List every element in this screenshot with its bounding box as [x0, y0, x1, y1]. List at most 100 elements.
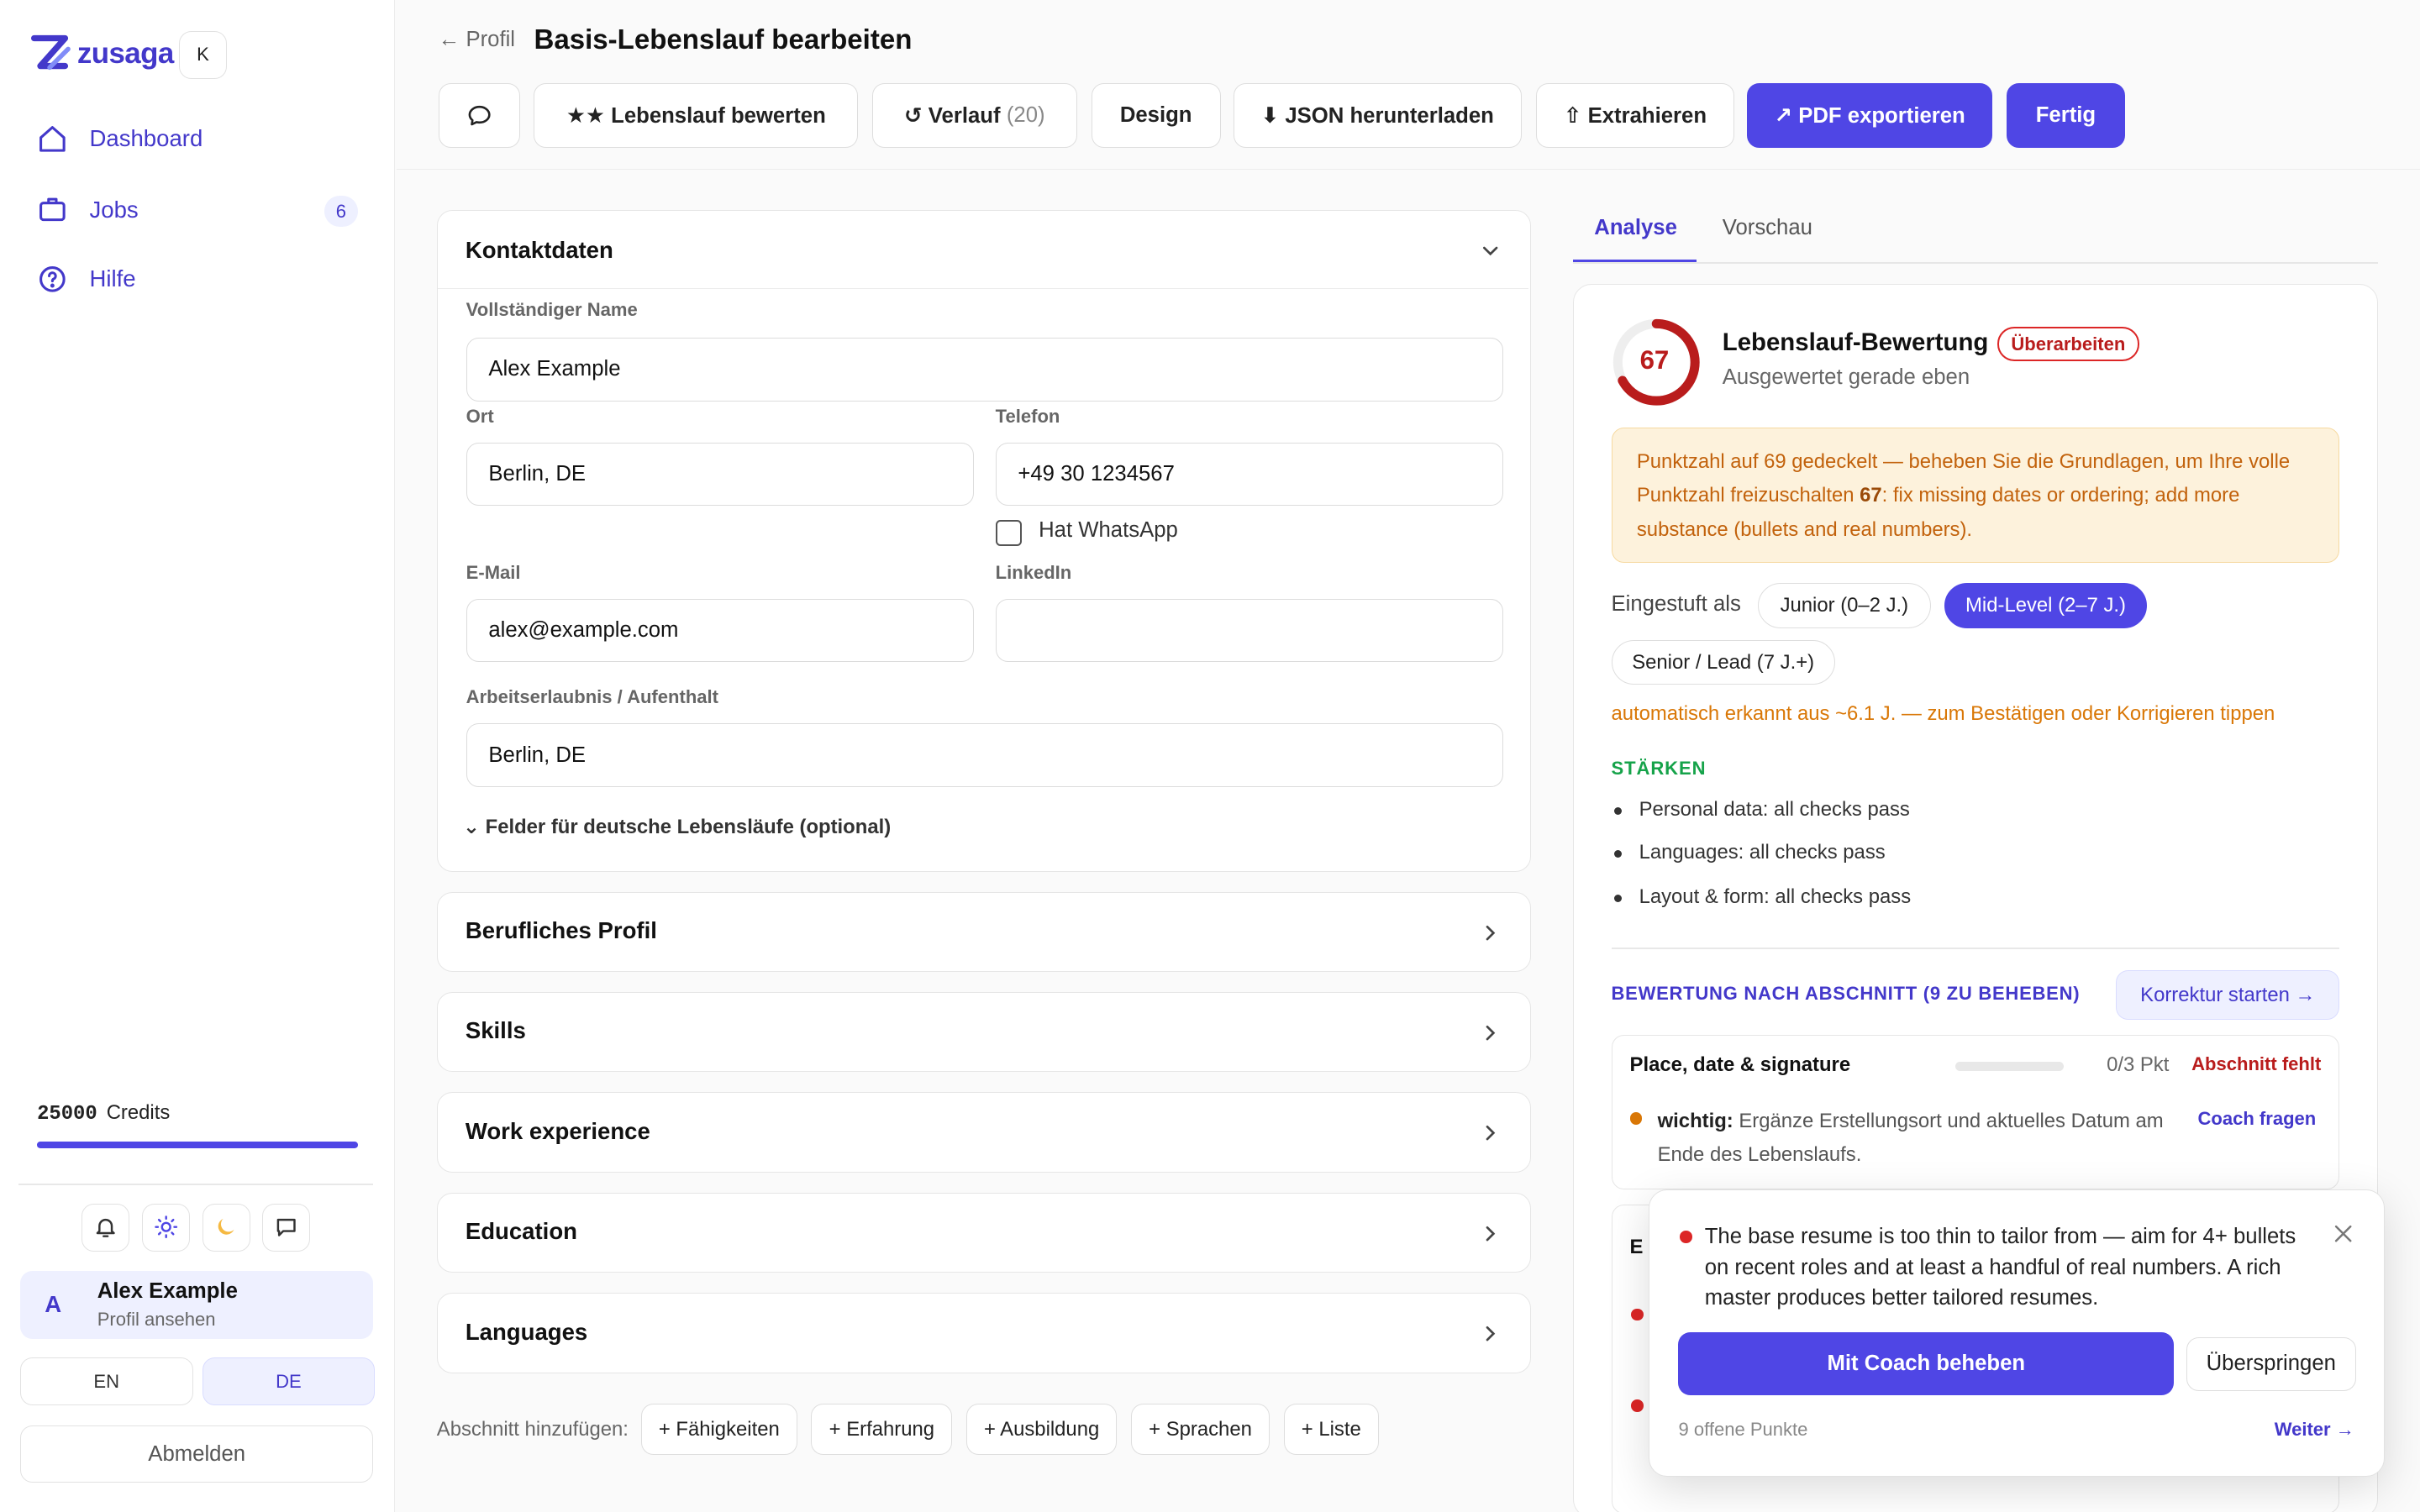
- strength-item: Languages: all checks pass: [1614, 841, 1886, 864]
- sidebar-item-dashboard[interactable]: Dashboard: [37, 123, 361, 155]
- light-theme-button[interactable]: [141, 1203, 190, 1252]
- german-fields-toggle[interactable]: ⌄ Felder für deutsche Lebensläufe (optio…: [463, 815, 891, 839]
- contact-section-title[interactable]: Kontaktdaten: [466, 237, 613, 264]
- fix-with-coach-button[interactable]: Mit Coach beheben: [1678, 1332, 2175, 1396]
- section-card-professional-profile[interactable]: Berufliches Profil: [436, 891, 1531, 973]
- sidebar-item-jobs[interactable]: Jobs: [37, 194, 361, 225]
- add-experience-chip[interactable]: + Erfahrung: [811, 1404, 953, 1455]
- sidebar-item-label: Jobs: [89, 196, 139, 223]
- download-json-button[interactable]: ⬇ JSON herunterladen: [1233, 83, 1522, 149]
- linkedin-label: LinkedIn: [995, 561, 1072, 583]
- section-card-work-experience[interactable]: Work experience: [436, 1092, 1531, 1173]
- logo[interactable]: zusaga: [30, 34, 174, 74]
- chevron-right-icon: [1486, 1226, 1495, 1242]
- section-progress-bar: [1955, 1061, 2064, 1071]
- sidebar-item-label: Hilfe: [89, 265, 136, 292]
- sidebar-collapse-button[interactable]: K: [179, 30, 227, 79]
- level-auto-note[interactable]: automatisch erkannt aus ~6.1 J. — zum Be…: [1612, 702, 2275, 726]
- rate-resume-button[interactable]: ★★ Lebenslauf bewerten: [534, 83, 859, 149]
- done-button[interactable]: Fertig: [2006, 83, 2126, 149]
- card-divider: [437, 287, 1529, 290]
- home-icon: [39, 125, 66, 152]
- comments-button[interactable]: [438, 83, 520, 149]
- level-senior-chip[interactable]: Senior / Lead (7 J.+): [1611, 640, 1835, 685]
- design-label: Design: [1119, 103, 1192, 128]
- section-card-skills[interactable]: Skills: [436, 991, 1531, 1073]
- level-label: Eingestuft als: [1611, 592, 1741, 617]
- notifications-button[interactable]: [82, 1203, 130, 1252]
- moon-icon: [218, 1219, 234, 1236]
- linkedin-field[interactable]: [995, 598, 1503, 662]
- sun-icon: [154, 1215, 177, 1239]
- bell-icon: [96, 1219, 115, 1238]
- extract-button[interactable]: ⇧ Extrahieren: [1535, 83, 1735, 149]
- section-card-languages[interactable]: Languages: [436, 1293, 1531, 1373]
- email-label: E-Mail: [466, 561, 521, 583]
- strength-item: Personal data: all checks pass: [1614, 797, 1910, 821]
- sidebar-item-label: Dashboard: [89, 125, 203, 152]
- level-junior-chip[interactable]: Junior (0–2 J.): [1758, 583, 1931, 628]
- app-root: zusaga K Dashboard Jobs 6 Hilfe 25000 Cre…: [0, 0, 2420, 1512]
- user-name: Alex Example: [97, 1278, 238, 1303]
- email-field[interactable]: alex@example.com: [466, 598, 974, 662]
- full-name-label: Vollständiger Name: [466, 299, 638, 321]
- add-skills-chip[interactable]: + Fähigkeiten: [640, 1404, 797, 1455]
- design-button[interactable]: Design: [1091, 83, 1221, 149]
- phone-field[interactable]: +49 30 1234567: [995, 443, 1503, 507]
- tab-preview[interactable]: Vorschau: [1723, 216, 1812, 240]
- feedback-button[interactable]: [262, 1203, 311, 1252]
- language-de-button[interactable]: DE: [202, 1357, 376, 1406]
- section-tip: wichtig: Ergänze Erstellungsort und aktu…: [1658, 1105, 2182, 1173]
- download-json-label: ⬇ JSON herunterladen: [1260, 103, 1494, 128]
- chevron-down-icon[interactable]: [1478, 239, 1502, 263]
- rate-resume-label: ★★ Lebenslauf bewerten: [566, 103, 826, 128]
- close-icon[interactable]: [2331, 1221, 2355, 1246]
- warning-score: 67: [1860, 484, 1882, 507]
- section-status: Abschnitt fehlt: [2191, 1053, 2322, 1075]
- brand-name: zusaga: [76, 37, 174, 71]
- credits-bar-fill: [37, 1142, 359, 1148]
- done-label: Fertig: [2035, 103, 2096, 128]
- credits-value: 25000: [37, 1103, 97, 1126]
- coach-popup: The base resume is too thin to tailor fr…: [1648, 1189, 2385, 1477]
- score-cap-warning: Punktzahl auf 69 gedeckelt — beheben Sie…: [1611, 427, 2340, 564]
- city-field[interactable]: Berlin, DE: [466, 443, 974, 507]
- work-permit-field[interactable]: Berlin, DE: [466, 723, 1503, 787]
- dark-theme-button[interactable]: [202, 1203, 250, 1252]
- section-title: Work experience: [465, 1117, 650, 1144]
- ask-coach-link[interactable]: Coach fragen: [2197, 1108, 2316, 1130]
- section-card-education[interactable]: Education: [436, 1192, 1531, 1273]
- skip-button[interactable]: Überspringen: [2186, 1336, 2356, 1391]
- page-title: Basis-Lebenslauf bearbeiten: [534, 24, 913, 56]
- whatsapp-checkbox[interactable]: [995, 519, 1022, 547]
- history-button[interactable]: ↺ Verlauf (20): [871, 83, 1077, 149]
- help-circle-icon: [39, 266, 66, 292]
- user-profile-card[interactable]: A Alex Example Profil ansehen: [19, 1271, 374, 1340]
- review-timestamp: Ausgewertet gerade eben: [1722, 365, 1970, 390]
- priority-dot: [1631, 1308, 1644, 1321]
- priority-dot: [1631, 1399, 1644, 1412]
- level-mid-chip[interactable]: Mid-Level (2–7 J.): [1944, 583, 2147, 628]
- tip-priority: wichtig:: [1657, 1110, 1733, 1133]
- add-list-chip[interactable]: + Liste: [1283, 1404, 1379, 1455]
- tab-analysis[interactable]: Analyse: [1594, 216, 1677, 240]
- language-en-button[interactable]: EN: [19, 1357, 193, 1406]
- strength-item: Layout & form: all checks pass: [1614, 885, 1912, 909]
- start-correction-button[interactable]: Korrektur starten →: [2116, 970, 2340, 1021]
- sidebar-icon-row: [82, 1203, 311, 1252]
- active-tab-indicator: [1572, 259, 1697, 263]
- phone-label: Telefon: [995, 406, 1060, 428]
- next-link[interactable]: Weiter →: [2275, 1419, 2354, 1441]
- add-languages-chip[interactable]: + Sprachen: [1130, 1404, 1270, 1455]
- section-points: 0/3 Pkt: [2107, 1053, 2170, 1077]
- export-pdf-button[interactable]: ↗ PDF exportieren: [1747, 83, 1993, 149]
- full-name-field[interactable]: Alex Example: [466, 338, 1503, 402]
- logout-button[interactable]: Abmelden: [19, 1425, 374, 1483]
- add-section-label: Abschnitt hinzufügen:: [436, 1417, 629, 1441]
- add-education-chip[interactable]: + Ausbildung: [965, 1404, 1118, 1455]
- chevron-right-icon: [1486, 1026, 1495, 1041]
- strengths-heading: STÄRKEN: [1611, 757, 1707, 779]
- back-to-profile-link[interactable]: ← Profil: [439, 28, 515, 52]
- sidebar-item-help[interactable]: Hilfe: [37, 264, 361, 295]
- sidebar: zusaga K Dashboard Jobs 6 Hilfe 25000 Cre…: [0, 0, 396, 1512]
